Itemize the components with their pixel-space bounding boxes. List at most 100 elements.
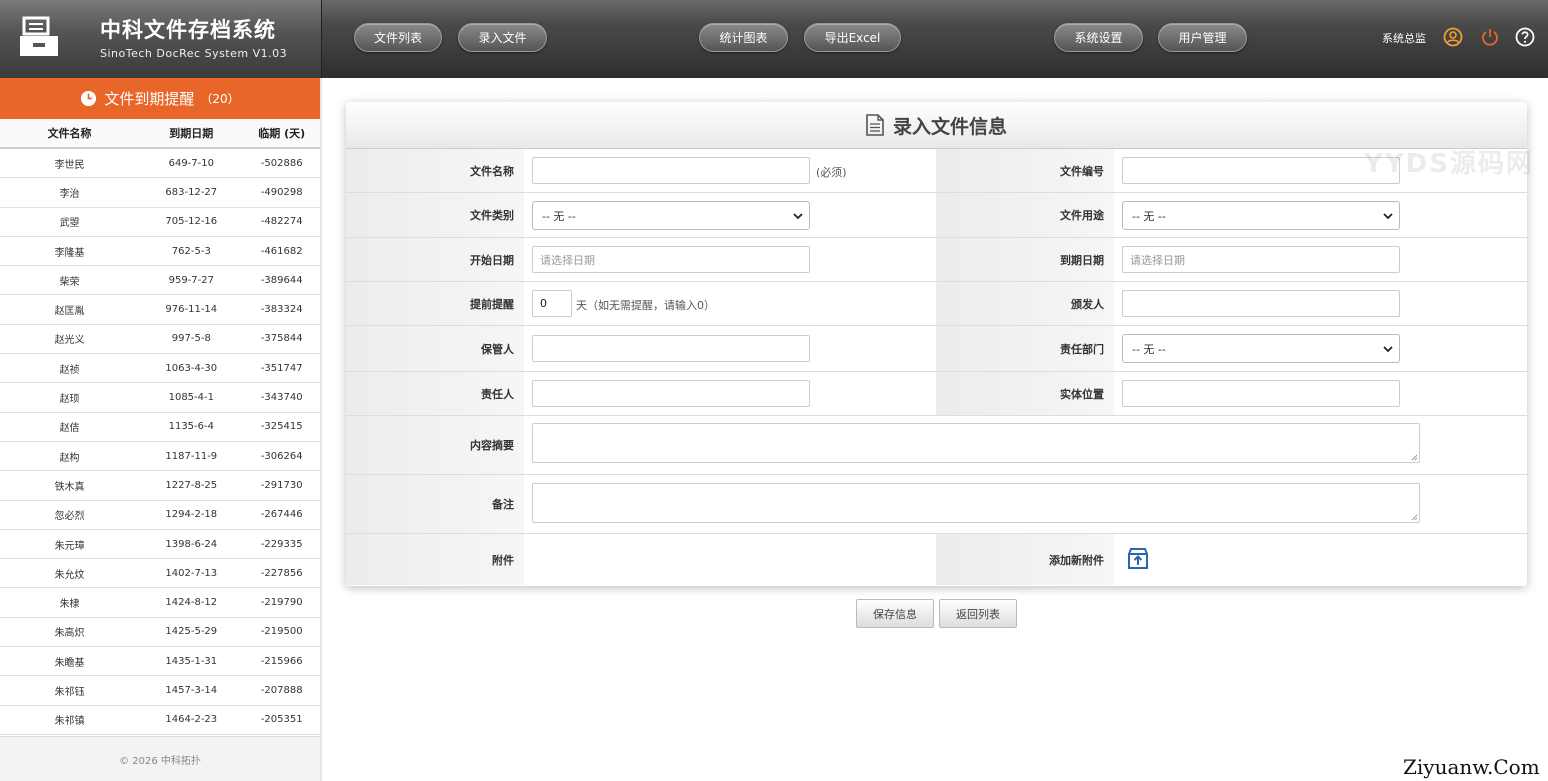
list-item[interactable]: 赵佶 1135-6-4 -325415: [0, 413, 320, 442]
top-bar: 中科文件存档系统 SinoTech DocRec System V1.03 文件…: [0, 0, 1548, 78]
summary-textarea[interactable]: [532, 423, 1420, 463]
reminder-days-left: -389644: [260, 274, 303, 286]
reminder-days-left: -205351: [260, 714, 303, 726]
reminder-due-date: 1424-8-12: [165, 597, 218, 609]
chevron-down-icon: [1383, 213, 1393, 220]
reminder-file-name: 李治: [59, 188, 80, 200]
remind-hint: 天（如无需提醒，请输入0）: [576, 299, 715, 312]
list-item[interactable]: 赵祯 1063-4-30 -351747: [0, 354, 320, 384]
file-entry-panel: 录入文件信息 文件名称 (必须) 文件编号 文件类别 -- 无 -- 文件用途 …: [346, 102, 1527, 586]
sidebar-count: （20）: [200, 92, 240, 106]
nav-export-excel-button[interactable]: 导出Excel: [804, 23, 901, 52]
list-item[interactable]: 李隆基 762-5-3 -461682: [0, 237, 320, 267]
due-date-label: 到期日期: [936, 238, 1114, 281]
form-row-summary: 内容摘要: [346, 416, 1527, 475]
due-date-input[interactable]: 请选择日期: [1122, 246, 1400, 273]
reminder-file-name: 赵光义: [54, 335, 85, 347]
reminder-days-left: -229335: [260, 538, 303, 550]
nav-stats-button[interactable]: 统计图表: [699, 23, 788, 52]
reminder-file-name: 赵佶: [59, 423, 80, 435]
usage-label: 文件用途: [936, 193, 1114, 237]
brand: 中科文件存档系统 SinoTech DocRec System V1.03: [0, 0, 322, 78]
form-row-remind: 提前提醒 0 天（如无需提醒，请输入0） 颁发人: [346, 282, 1527, 326]
reminder-days-left: -383324: [260, 304, 303, 316]
list-item[interactable]: 朱瞻基 1435-1-31 -215966: [0, 647, 320, 677]
category-select-value: -- 无 --: [542, 209, 576, 223]
form-row-attachments: 附件 添加新附件: [346, 534, 1527, 585]
user-icon[interactable]: [1443, 27, 1463, 47]
list-item[interactable]: 赵构 1187-11-9 -306264: [0, 442, 320, 472]
nav-settings-button[interactable]: 系统设置: [1054, 23, 1143, 52]
category-select[interactable]: -- 无 --: [532, 201, 810, 230]
reminder-file-name: 朱瞻基: [54, 657, 85, 669]
note-label: 备注: [346, 475, 524, 533]
list-item[interactable]: 赵顼 1085-4-1 -343740: [0, 383, 320, 413]
app-subtitle: SinoTech DocRec System V1.03: [100, 47, 288, 60]
form-row-keeper: 保管人 责任部门 -- 无 --: [346, 326, 1527, 372]
required-hint: (必须): [816, 166, 847, 179]
power-icon[interactable]: [1480, 27, 1500, 47]
reminder-days-left: -267446: [260, 509, 303, 521]
usage-select[interactable]: -- 无 --: [1122, 201, 1400, 230]
list-item[interactable]: 朱棣 1424-8-12 -219790: [0, 588, 320, 618]
dept-select-value: -- 无 --: [1132, 342, 1166, 356]
reminder-due-date: 1063-4-30: [165, 362, 218, 374]
list-item[interactable]: 柴荣 959-7-27 -389644: [0, 266, 320, 296]
list-item[interactable]: 朱高炽 1425-5-29 -219500: [0, 618, 320, 648]
list-item[interactable]: 赵光义 997-5-8 -375844: [0, 325, 320, 355]
dept-label: 责任部门: [936, 326, 1114, 371]
list-item[interactable]: 武曌 705-12-16 -482274: [0, 208, 320, 237]
keeper-input[interactable]: [532, 335, 810, 362]
start-date-input[interactable]: 请选择日期: [532, 246, 810, 273]
note-textarea[interactable]: [532, 483, 1420, 523]
start-date-label: 开始日期: [346, 238, 524, 281]
help-icon[interactable]: [1515, 27, 1535, 47]
issuer-input[interactable]: [1122, 290, 1400, 317]
list-item[interactable]: 朱元璋 1398-6-24 -229335: [0, 530, 320, 560]
add-attach-label: 添加新附件: [936, 534, 1114, 585]
remind-days-input[interactable]: 0: [532, 290, 572, 317]
nav-add-file-button[interactable]: 录入文件: [458, 23, 547, 52]
list-item[interactable]: 忽必烈 1294-2-18 -267446: [0, 501, 320, 530]
reminder-days-left: -490298: [260, 186, 303, 198]
save-button[interactable]: 保存信息: [856, 599, 934, 628]
list-item[interactable]: 朱祁钰 1457-3-14 -207888: [0, 676, 320, 706]
sidebar-header: 文件到期提醒 （20）: [0, 78, 320, 119]
sidebar-column-headers: 文件名称 到期日期 临期 (天): [0, 119, 320, 149]
file-no-input[interactable]: [1122, 157, 1400, 184]
reminder-due-date: 762-5-3: [171, 245, 211, 257]
back-to-list-button[interactable]: 返回列表: [939, 599, 1017, 628]
category-label: 文件类别: [346, 193, 524, 237]
owner-input[interactable]: [532, 380, 810, 407]
list-item[interactable]: 朱祁镇 1464-2-23 -205351: [0, 706, 320, 735]
reminder-file-name: 朱允炆: [54, 569, 85, 581]
reminder-file-name: 武曌: [59, 218, 80, 230]
list-item[interactable]: 李治 683-12-27 -490298: [0, 178, 320, 208]
reminder-due-date: 1398-6-24: [165, 538, 218, 550]
reminder-due-date: 1294-2-18: [165, 509, 218, 521]
dept-select[interactable]: -- 无 --: [1122, 334, 1400, 363]
reminder-file-name: 赵构: [59, 452, 80, 464]
list-item[interactable]: 赵匡胤 976-11-14 -383324: [0, 295, 320, 325]
location-input[interactable]: [1122, 380, 1400, 407]
chevron-down-icon: [793, 213, 803, 220]
reminder-due-date: 649-7-10: [168, 157, 214, 169]
reminder-days-left: -219790: [260, 597, 303, 609]
list-item[interactable]: 李世民 649-7-10 -502886: [0, 149, 320, 179]
reminder-days-left: -461682: [260, 245, 303, 257]
document-icon: [866, 114, 884, 136]
upload-box-icon[interactable]: [1126, 547, 1150, 571]
list-item[interactable]: 朱允炆 1402-7-13 -227856: [0, 559, 320, 589]
panel-header: 录入文件信息: [346, 102, 1527, 149]
reminder-due-date: 1457-3-14: [165, 684, 218, 696]
reminder-days-left: -306264: [260, 450, 303, 462]
col-file-name: 文件名称: [47, 127, 92, 140]
file-cabinet-icon: [20, 16, 58, 56]
watermark-corner: Ziyuanw.Com: [1403, 755, 1540, 779]
file-name-input[interactable]: [532, 157, 810, 184]
nav-users-button[interactable]: 用户管理: [1158, 23, 1247, 52]
reminder-due-date: 683-12-27: [165, 186, 218, 198]
reminder-days-left: -375844: [260, 333, 303, 345]
list-item[interactable]: 铁木真 1227-8-25 -291730: [0, 471, 320, 501]
nav-file-list-button[interactable]: 文件列表: [354, 23, 442, 52]
